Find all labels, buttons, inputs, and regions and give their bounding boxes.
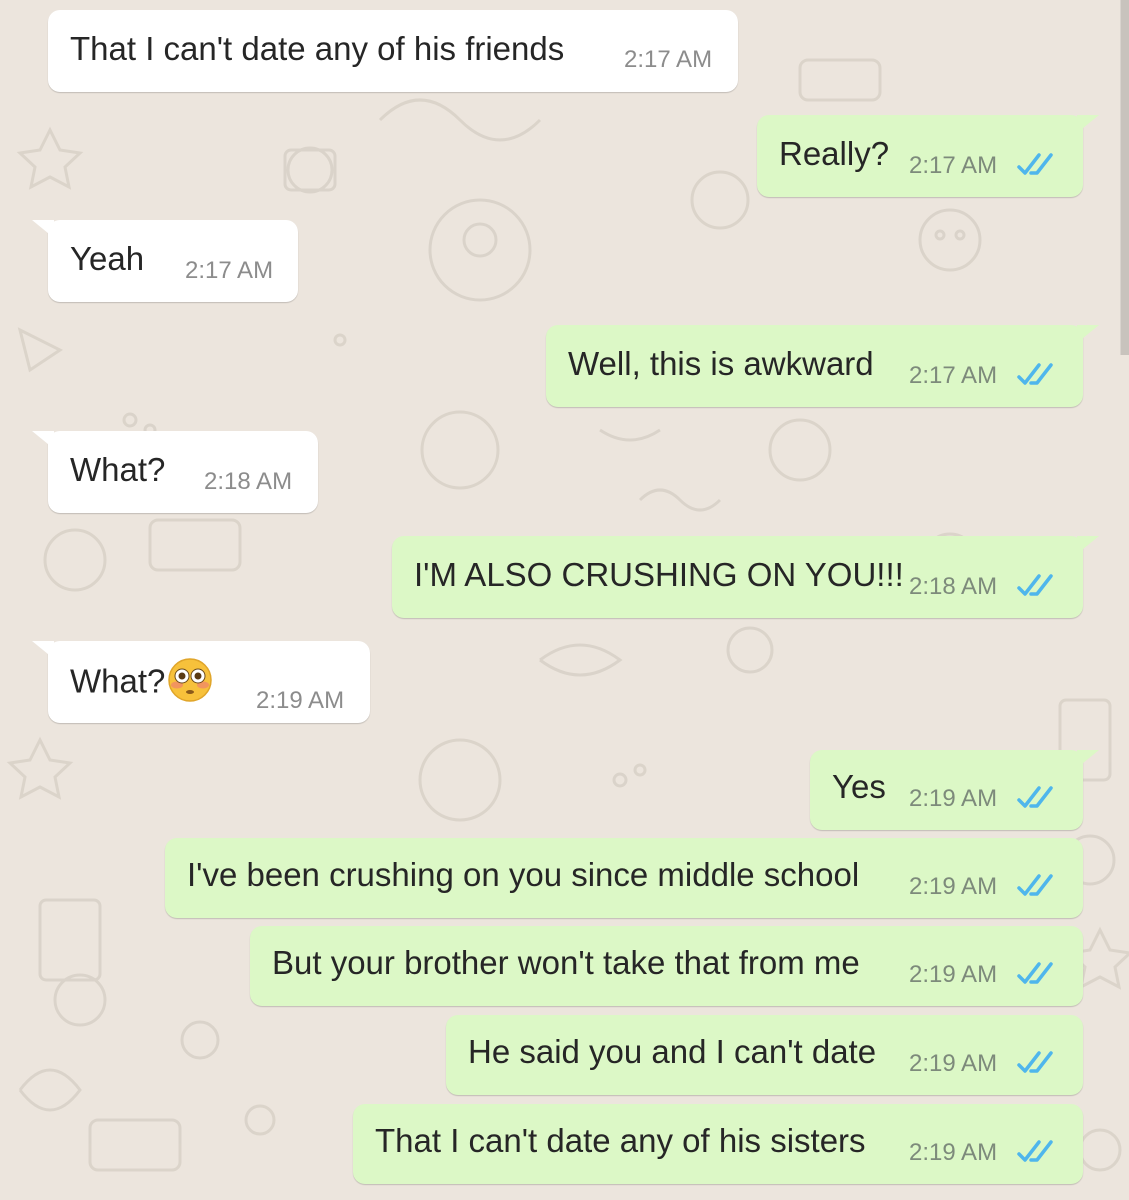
message-timestamp: 2:17 AM (909, 362, 998, 389)
bubble-tail (1077, 115, 1099, 133)
message-text: Yeah (70, 240, 145, 277)
outgoing-message[interactable]: But your brother won't take that from me… (250, 926, 1083, 1006)
message-text: That I can't date any of his friends (70, 30, 565, 67)
message-timestamp: 2:19 AM (909, 1050, 998, 1077)
outgoing-message[interactable]: Well, this is awkward 2:17 AM (546, 325, 1099, 407)
double-check-icon (1017, 153, 1053, 175)
message-text: Yes (832, 768, 886, 805)
outgoing-message[interactable]: Really? 2:17 AM (757, 115, 1099, 197)
message-text: But your brother won't take that from me (272, 944, 860, 981)
message-timestamp: 2:17 AM (909, 152, 998, 179)
message-text: He said you and I can't date (468, 1033, 877, 1070)
outgoing-message[interactable]: That I can't date any of his sisters 2:1… (353, 1104, 1083, 1184)
message-timestamp: 2:19 AM (909, 873, 998, 900)
flushed-face-icon (168, 658, 213, 702)
message-text: I've been crushing on you since middle s… (187, 856, 860, 893)
outgoing-message[interactable]: Yes 2:19 AM (810, 750, 1099, 830)
message-text: I'M ALSO CRUSHING ON YOU!!! (414, 556, 904, 593)
double-check-icon (1017, 363, 1053, 385)
bubble-tail (1077, 750, 1099, 768)
message-text: What? (70, 451, 166, 488)
double-check-icon (1017, 874, 1053, 896)
message-timestamp: 2:17 AM (624, 46, 713, 73)
message-timestamp: 2:19 AM (909, 785, 998, 812)
message-timestamp: 2:19 AM (256, 687, 345, 714)
double-check-icon (1017, 786, 1053, 808)
outgoing-message[interactable]: I've been crushing on you since middle s… (165, 838, 1083, 918)
incoming-message[interactable]: What? 2:19 AM (32, 641, 370, 723)
scrollbar-thumb[interactable] (1120, 0, 1129, 355)
message-timestamp: 2:17 AM (185, 257, 274, 284)
bubble-tail (32, 431, 54, 449)
message-text: That I can't date any of his sisters (375, 1122, 866, 1159)
message-timestamp: 2:18 AM (204, 468, 293, 495)
incoming-message[interactable]: What? 2:18 AM (32, 431, 318, 513)
message-text: What? (70, 658, 213, 707)
message-timestamp: 2:19 AM (909, 1139, 998, 1166)
outgoing-message[interactable]: He said you and I can't date 2:19 AM (446, 1015, 1083, 1095)
incoming-message[interactable]: Yeah 2:17 AM (32, 220, 298, 302)
message-timestamp: 2:18 AM (909, 573, 998, 600)
outgoing-message[interactable]: I'M ALSO CRUSHING ON YOU!!! 2:18 AM (392, 536, 1099, 618)
double-check-icon (1017, 1051, 1053, 1073)
message-text: Really? (779, 135, 890, 172)
double-check-icon (1017, 1140, 1053, 1162)
bubble-tail (32, 641, 54, 659)
message-timestamp: 2:19 AM (909, 961, 998, 988)
message-text: Well, this is awkward (568, 345, 874, 382)
bubble-tail (1077, 325, 1099, 343)
double-check-icon (1017, 574, 1053, 596)
incoming-message[interactable]: That I can't date any of his friends 2:1… (48, 10, 738, 92)
bubble-tail (1077, 536, 1099, 554)
double-check-icon (1017, 962, 1053, 984)
message-text-content: What? (70, 662, 166, 700)
bubble-tail (32, 220, 54, 238)
